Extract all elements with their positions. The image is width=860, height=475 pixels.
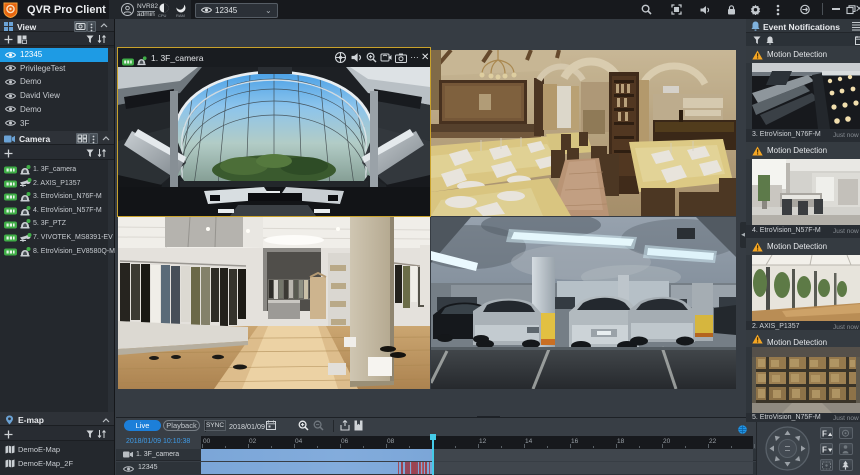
svg-text:F: F <box>822 429 827 438</box>
svg-text:F: F <box>822 445 827 454</box>
